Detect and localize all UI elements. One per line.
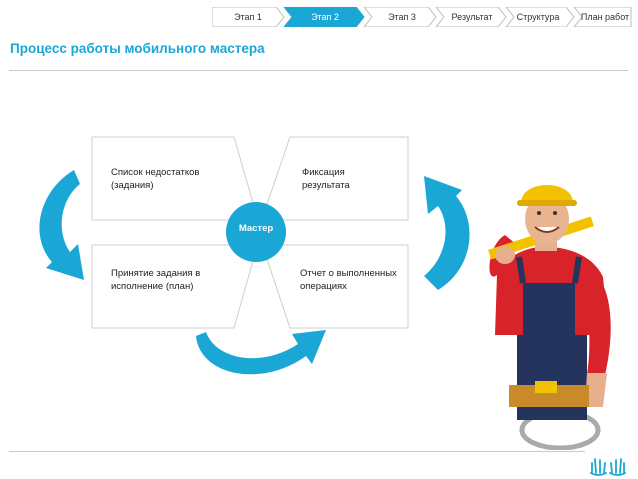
footer-divider <box>9 451 585 452</box>
hands-logo-icon <box>590 458 626 476</box>
arrow-left-down <box>39 170 84 280</box>
arrow-right-up <box>424 176 470 290</box>
box-top-left-text: Список недостатков (задания) <box>111 167 200 191</box>
center-label: Мастер <box>238 223 274 234</box>
box-top-right-text: Фиксация результата <box>302 167 350 191</box>
worker-illustration <box>488 185 611 450</box>
box-bottom-right-text: Отчет о выполненных операциях <box>300 268 397 292</box>
arrow-bottom-right <box>196 330 326 375</box>
box-bottom-left-text: Принятие задания в исполнение (план) <box>111 268 201 292</box>
